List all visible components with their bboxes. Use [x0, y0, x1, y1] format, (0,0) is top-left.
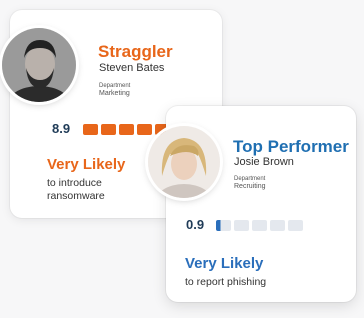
top-performer-likelihood: Very Likely: [185, 255, 264, 272]
top-performer-department-label: Department: [234, 176, 266, 182]
straggler-description-line1: to introduce: [47, 177, 102, 189]
top-performer-department: Recruiting: [234, 183, 266, 190]
straggler-risk-segment: [137, 124, 152, 135]
straggler-title: Straggler: [98, 42, 173, 61]
straggler-risk-segment: [101, 124, 116, 135]
straggler-score: 8.9: [52, 121, 71, 136]
straggler-name: Steven Bates: [99, 62, 165, 74]
straggler-risk-segment: [83, 124, 98, 135]
straggler-avatar: [2, 28, 76, 102]
top-performer-name: Josie Brown: [234, 156, 294, 168]
top-performer-risk-segment: [270, 220, 285, 231]
top-performer-description: to report phishing: [185, 276, 267, 288]
top-performer-title: Top Performer: [233, 137, 349, 156]
straggler-description-line2: ransomware: [47, 190, 105, 202]
top-performer-avatar: [148, 126, 220, 198]
straggler-department-label: Department: [99, 83, 131, 89]
straggler-likelihood: Very Likely: [47, 156, 126, 173]
top-performer-score: 0.9: [186, 217, 205, 232]
top-performer-risk-segment: [288, 220, 303, 231]
top-performer-risk-segment: [216, 220, 231, 231]
top-performer-risk-segment: [234, 220, 249, 231]
straggler-risk-segment: [119, 124, 134, 135]
straggler-department: Marketing: [99, 90, 130, 97]
top-performer-risk-segment: [252, 220, 267, 231]
